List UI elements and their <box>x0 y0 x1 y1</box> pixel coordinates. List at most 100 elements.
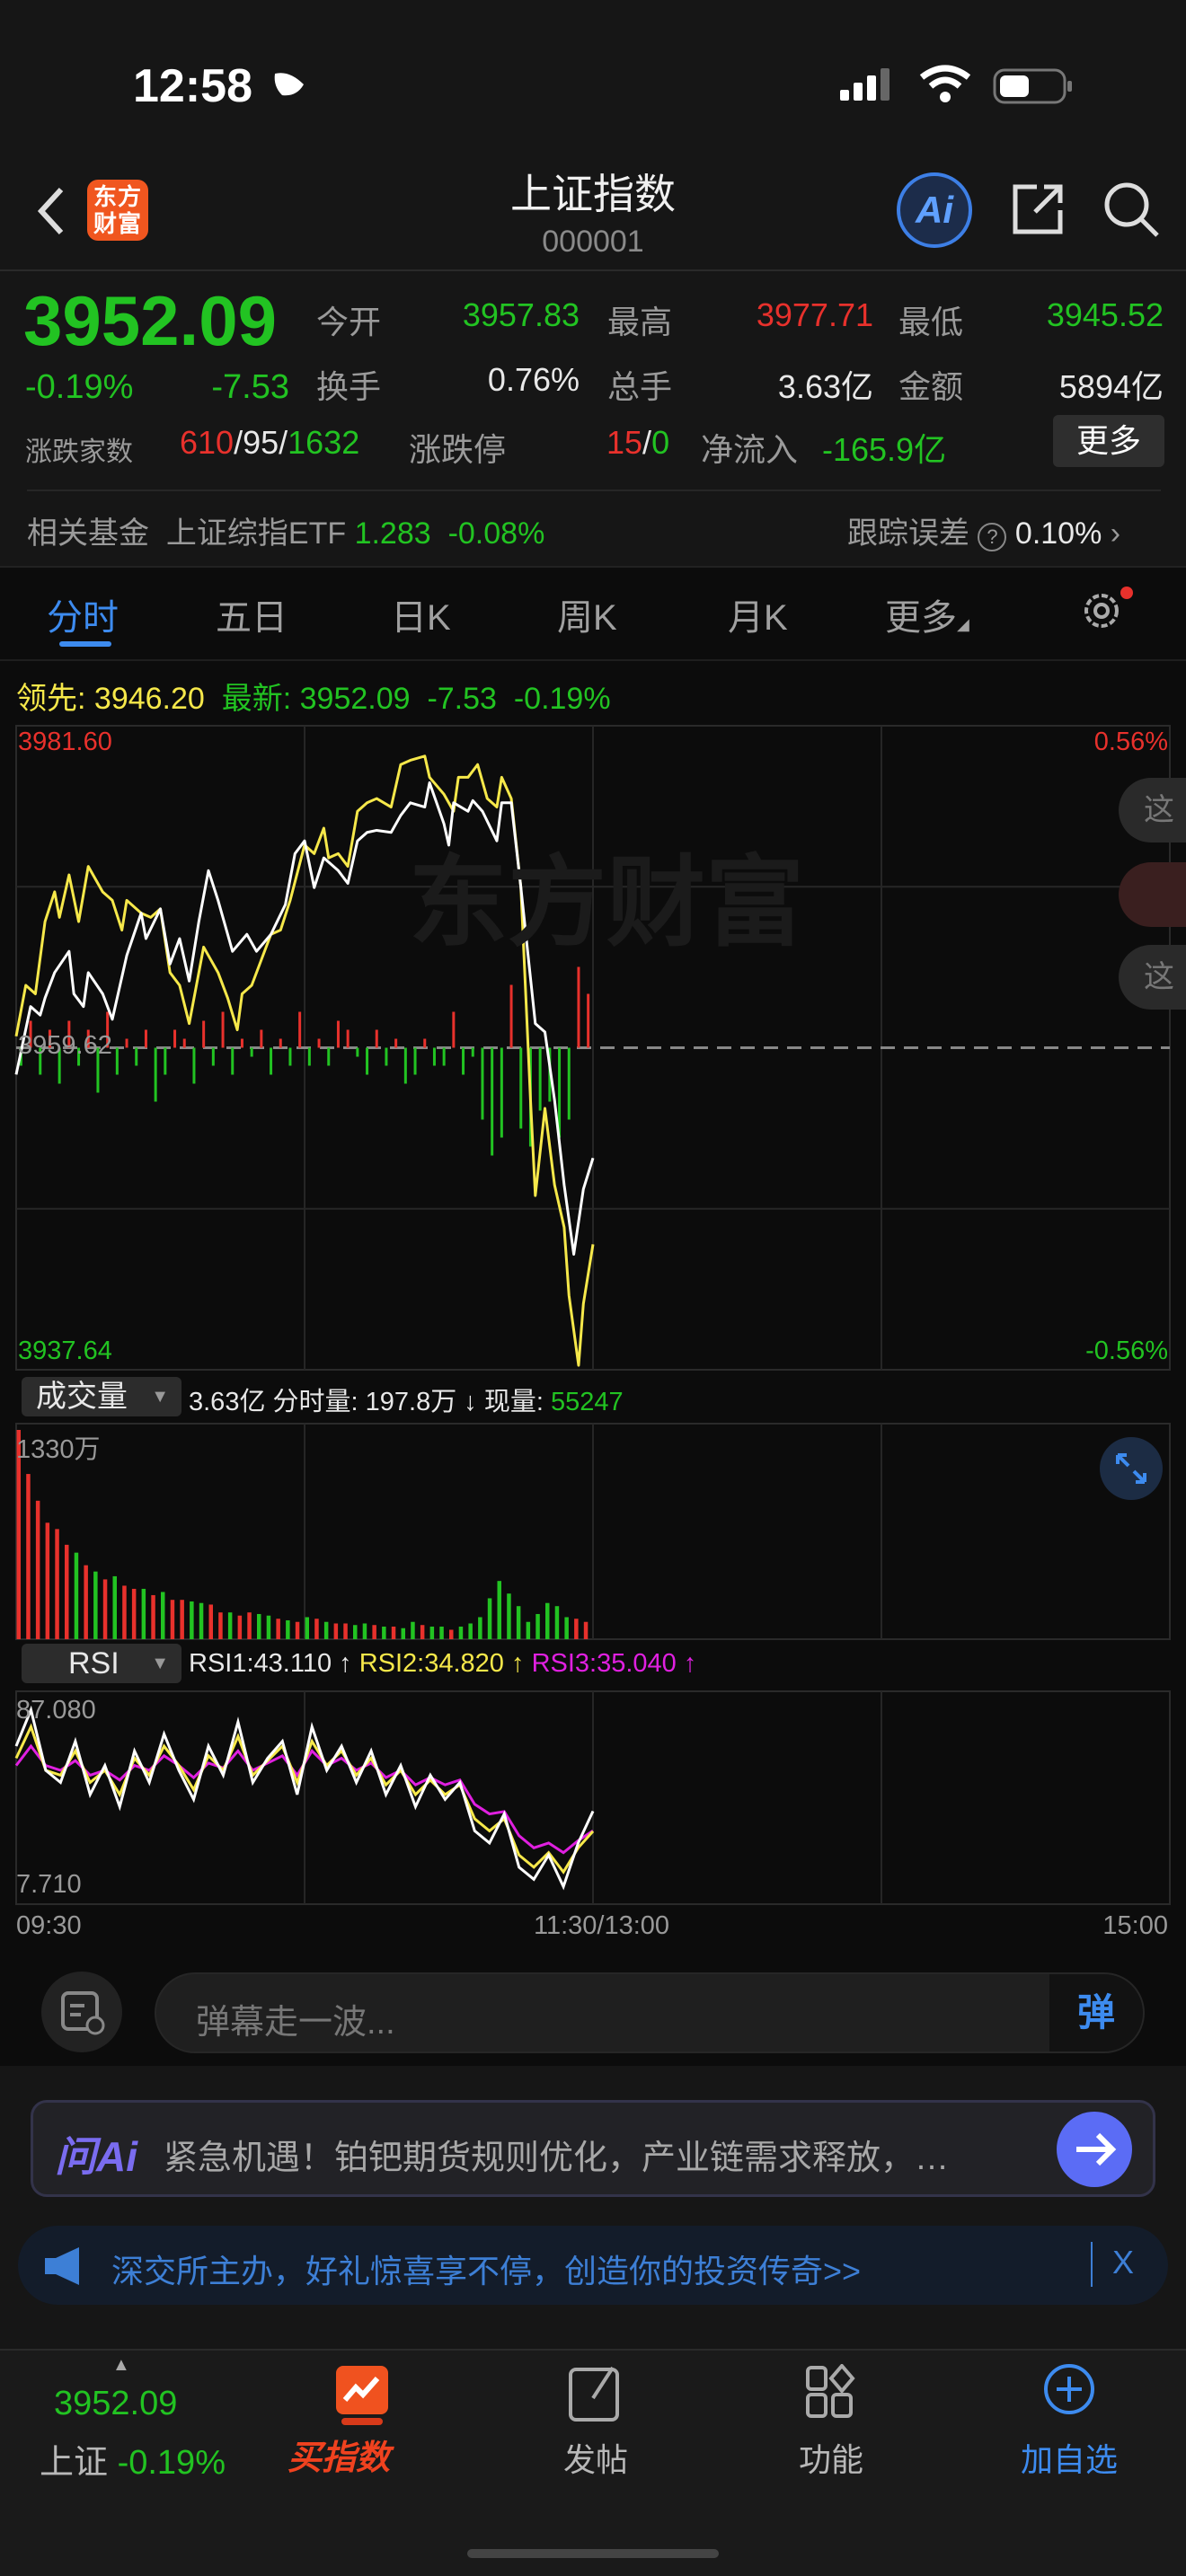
volume-bar <box>487 1598 492 1639</box>
expand-icon[interactable] <box>1100 1437 1163 1500</box>
volume-bar <box>237 1615 243 1639</box>
nav-buy-index[interactable]: 买指数 <box>288 2430 390 2479</box>
volume-bar <box>65 1544 69 1639</box>
flow-bar <box>221 1011 225 1048</box>
rsi-info: RSI1:43.110 ↑ RSI2:34.820 ↑ RSI3:35.040 … <box>189 1649 696 1679</box>
home-indicator[interactable] <box>467 2549 719 2558</box>
buy-index-icon <box>334 2364 390 2431</box>
nav-index[interactable]: 上证 -0.19% <box>40 2434 226 2483</box>
volume-bar <box>411 1621 415 1639</box>
x-tick-close: 15:00 <box>1102 1911 1168 1940</box>
add-watchlist-icon <box>1042 2362 1096 2421</box>
volume-bar <box>323 1621 329 1639</box>
volume-bar <box>93 1571 98 1639</box>
x-tick-noon: 11:30/13:00 <box>534 1911 670 1940</box>
volume-bar <box>45 1522 50 1639</box>
flow-bar <box>491 1047 494 1156</box>
watermark-logo: 东方财富 <box>409 848 804 958</box>
nav-index-price[interactable]: 3952.09 <box>54 2385 177 2423</box>
rsi2-value: RSI2:34.820 ↑ <box>358 1649 525 1678</box>
volume-bar <box>102 1579 108 1639</box>
volume-bar <box>257 1613 261 1639</box>
megaphone-icon <box>43 2245 86 2291</box>
flow-bar <box>462 1047 465 1075</box>
volume-bar <box>449 1629 454 1639</box>
volume-bar <box>420 1625 425 1639</box>
indicator-select-rsi[interactable]: RSI ▼ <box>22 1644 181 1683</box>
flow-bar <box>519 1047 523 1129</box>
volume-bar <box>305 1617 309 1639</box>
indicator-name: RSI <box>68 1646 119 1681</box>
flow-bar <box>173 1029 177 1048</box>
indicator-name: 成交量 <box>36 1380 128 1414</box>
flow-bar <box>567 1047 571 1120</box>
flow-bar <box>500 1047 503 1138</box>
volume-bar <box>227 1612 233 1639</box>
volume-bar <box>122 1585 127 1639</box>
flow-bar <box>231 1047 235 1075</box>
volume-bar <box>497 1581 501 1639</box>
flow-bar <box>154 1047 157 1102</box>
flow-bar <box>260 1029 263 1048</box>
volume-total: 3.63亿 <box>189 1388 266 1416</box>
volume-bar <box>429 1626 435 1639</box>
flow-bar <box>442 1047 446 1066</box>
volume-bar <box>247 1612 252 1639</box>
volume-bar <box>468 1623 473 1639</box>
minute-vol: 197.8万 <box>365 1388 457 1416</box>
flow-bar <box>413 1047 417 1075</box>
volume-bar <box>507 1593 511 1639</box>
danmu-settings-icon[interactable] <box>41 1972 122 2052</box>
ai-card[interactable]: 问Ai 紧急机遇！铂钯期货规则优化，产业链需求释放，… <box>31 2100 1155 2197</box>
ad-banner[interactable]: 深交所主办，好礼惊喜享不停，创造你的投资传奇>> X <box>18 2226 1168 2305</box>
volume-bar <box>180 1600 184 1639</box>
rsi-min-label: 7.710 <box>16 1870 82 1899</box>
volume-bar <box>141 1588 146 1639</box>
flow-bar <box>471 1047 474 1057</box>
volume-bar <box>74 1552 79 1639</box>
volume-bar <box>208 1604 213 1639</box>
volume-bar <box>564 1617 569 1639</box>
flow-bar <box>288 1047 292 1066</box>
volume-bar <box>574 1619 579 1639</box>
dropdown-icon: ▼ <box>151 1387 169 1407</box>
danmu-input[interactable]: 弹幕走一波... 弹 <box>155 1972 1145 2053</box>
volume-max-label: 1330万 <box>16 1435 101 1464</box>
ad-text: 深交所主办，好礼惊喜享不停，创造你的投资传奇>> <box>111 2253 862 2289</box>
volume-bar <box>372 1625 376 1639</box>
x-tick-open: 09:30 <box>16 1911 82 1940</box>
volume-bar <box>314 1619 319 1639</box>
volume-bar <box>276 1619 280 1639</box>
volume-bar <box>190 1601 194 1639</box>
volume-bar <box>266 1615 271 1639</box>
volume-info: 3.63亿 分时量: 197.8万 ↓ 现量: 55247 <box>189 1381 624 1418</box>
volume-bar <box>199 1602 204 1639</box>
flow-bar <box>307 1047 311 1066</box>
side-pill-1[interactable]: 这 <box>1119 778 1186 842</box>
flow-bar <box>432 1047 436 1066</box>
flow-bar <box>211 1047 215 1066</box>
volume-bar <box>55 1529 59 1639</box>
nav-functions[interactable]: 功能 <box>759 2434 903 2481</box>
y-base-label: 3959.62 <box>18 1031 112 1060</box>
flow-bar <box>366 1047 369 1075</box>
triangle-up-icon: ▲ <box>112 2355 130 2375</box>
volume-bar <box>545 1602 550 1639</box>
side-pill-3[interactable]: 这 <box>1119 945 1186 1010</box>
flow-bar <box>192 1047 196 1084</box>
nav-add-watchlist[interactable]: 加自选 <box>997 2434 1141 2481</box>
flow-bar <box>240 1038 243 1048</box>
arrow-right-icon[interactable] <box>1057 2112 1132 2187</box>
flow-bar <box>356 1047 359 1057</box>
volume-bar <box>151 1594 155 1639</box>
flow-bar <box>317 1038 321 1048</box>
nav-index-name: 上证 <box>40 2444 109 2482</box>
flow-bar <box>385 1047 388 1066</box>
ad-close-button[interactable]: X <box>1112 2244 1134 2281</box>
indicator-select-volume[interactable]: 成交量 ▼ <box>22 1377 181 1416</box>
nav-post[interactable]: 发帖 <box>524 2434 668 2481</box>
side-pill-2[interactable] <box>1119 862 1186 927</box>
now-vol-label: 现量: <box>483 1388 544 1416</box>
flow-bar <box>336 1020 340 1048</box>
danmu-send-button[interactable]: 弹 <box>1049 1974 1143 2051</box>
